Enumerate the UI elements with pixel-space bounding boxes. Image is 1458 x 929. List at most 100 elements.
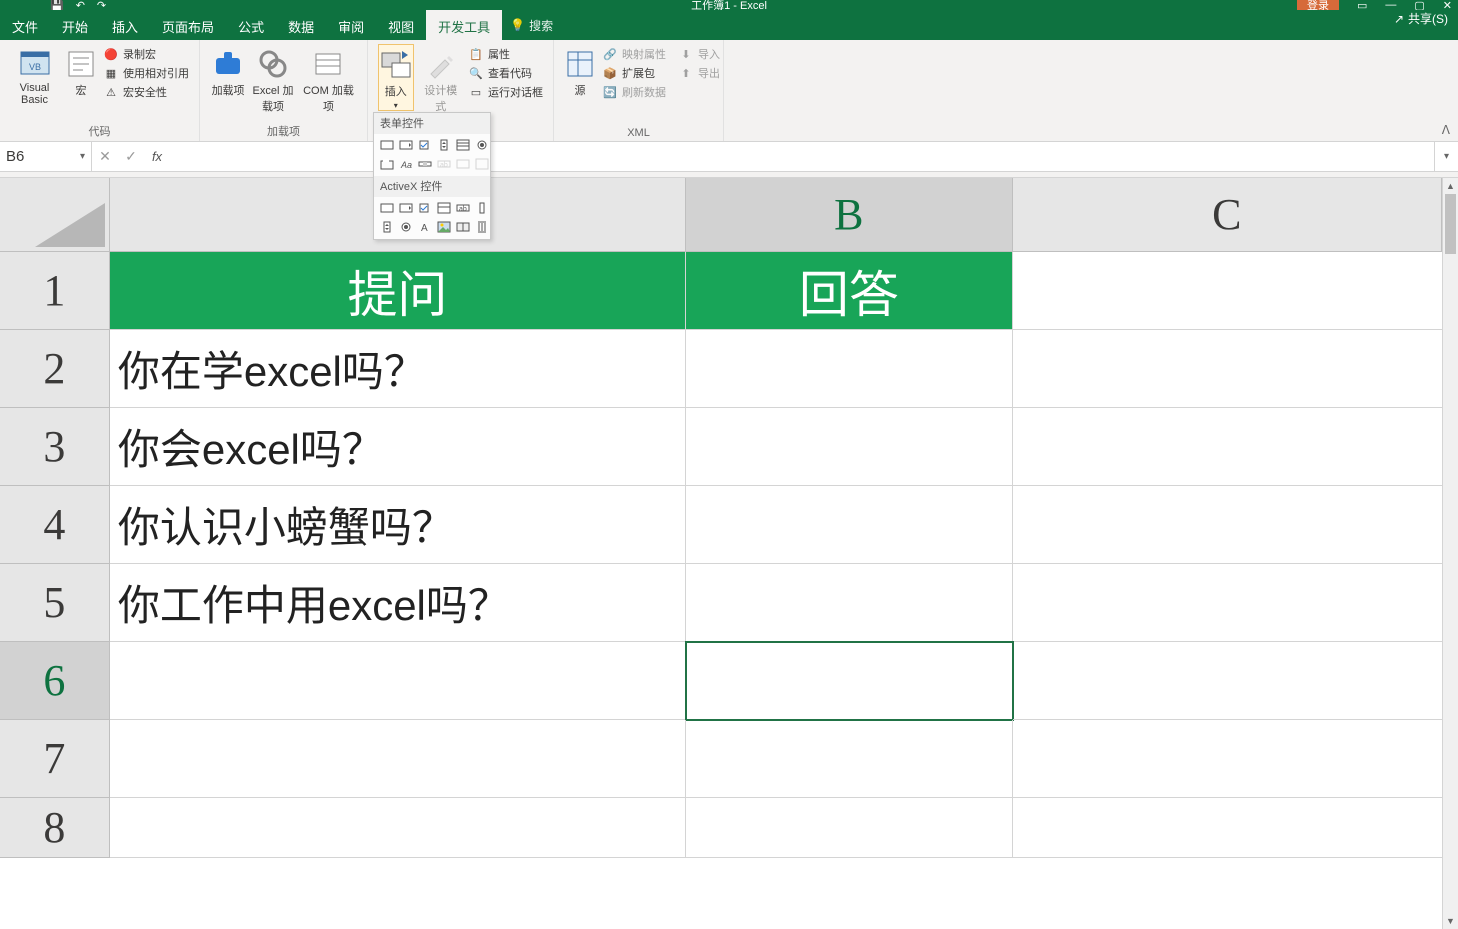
form-spinner-icon[interactable] [435,136,453,154]
ax-checkbox-icon[interactable] [416,199,434,217]
run-dialog-button[interactable]: ▭ 运行对话框 [468,84,543,100]
cell-B6[interactable] [686,642,1013,720]
ax-label-icon[interactable]: A [416,218,434,236]
scroll-thumb[interactable] [1445,194,1456,254]
insert-control-button[interactable]: 插入 ▾ [378,44,414,111]
cell-B4[interactable] [686,486,1013,564]
form-frame-icon[interactable] [473,155,491,173]
ax-option-icon[interactable] [397,218,415,236]
form-scrollbar-icon[interactable] [416,155,434,173]
row-header-3[interactable]: 3 [0,408,110,486]
macros-button[interactable]: 宏 [65,44,97,98]
name-box[interactable]: B6 ▾ [0,142,92,171]
cell-A8[interactable] [110,798,686,858]
expansion-pack-button[interactable]: 📦 扩展包 [602,65,666,81]
namebox-chevron-icon[interactable]: ▾ [80,151,85,162]
form-button-icon[interactable] [378,136,396,154]
row-header-8[interactable]: 8 [0,798,110,858]
cell-C2[interactable] [1013,330,1442,408]
ax-image-icon[interactable] [435,218,453,236]
ax-button-icon[interactable] [378,199,396,217]
cell-B7[interactable] [686,720,1013,798]
com-addins-button[interactable]: COM 加载项 [300,44,357,114]
cell-A5[interactable]: 你工作中用excel吗？ [110,564,686,642]
cell-A3[interactable]: 你会excel吗？ [110,408,686,486]
form-option-icon[interactable] [473,136,491,154]
form-groupbox-icon[interactable] [378,155,396,173]
cell-B1[interactable]: 回答 [686,252,1013,330]
cell-B8[interactable] [686,798,1013,858]
tab-file[interactable]: 文件 [0,10,50,40]
ax-spin-icon[interactable] [378,218,396,236]
cell-A4[interactable]: 你认识小螃蟹吗？ [110,486,686,564]
row-header-5[interactable]: 5 [0,564,110,642]
ax-combo-icon[interactable] [397,199,415,217]
ax-scrollbar-icon[interactable] [473,199,491,217]
cell-B3[interactable] [686,408,1013,486]
cell-C6[interactable] [1013,642,1442,720]
cancel-formula-icon[interactable]: ✕ [92,148,118,165]
tab-data[interactable]: 数据 [276,10,326,40]
scroll-down-icon[interactable]: ▼ [1443,913,1458,929]
form-combo-icon[interactable] [397,136,415,154]
row-header-4[interactable]: 4 [0,486,110,564]
cell-C1[interactable] [1013,252,1442,330]
formula-input[interactable] [170,149,1434,164]
addins-button[interactable]: 加载项 [210,44,246,98]
record-macro-button[interactable]: 🔴 录制宏 [103,46,189,62]
tell-me-search[interactable]: 💡 搜索 [502,10,553,40]
row-header-2[interactable]: 2 [0,330,110,408]
col-header-C[interactable]: C [1013,178,1442,252]
tab-insert[interactable]: 插入 [100,10,150,40]
col-header-B[interactable]: B [686,178,1013,252]
xml-source-button[interactable]: 源 [564,44,596,98]
ax-more-icon[interactable] [473,218,491,236]
form-label-icon[interactable]: Aa [397,155,415,173]
cell-C8[interactable] [1013,798,1442,858]
cell-B5[interactable] [686,564,1013,642]
cell-C3[interactable] [1013,408,1442,486]
xml-export-button[interactable]: ⬆ 导出 [678,65,720,81]
scroll-up-icon[interactable]: ▲ [1443,178,1458,194]
select-all-corner[interactable] [0,178,110,252]
row-header-7[interactable]: 7 [0,720,110,798]
fx-icon[interactable]: fx [144,149,170,164]
relative-ref-button[interactable]: ▦ 使用相对引用 [103,65,189,81]
tab-review[interactable]: 审阅 [326,10,376,40]
cell-A6[interactable] [110,642,686,720]
form-checkbox-icon[interactable] [416,136,434,154]
row-header-6[interactable]: 6 [0,642,110,720]
tab-view[interactable]: 视图 [376,10,426,40]
form-textfield-icon[interactable]: ab [435,155,453,173]
tab-pagelayout[interactable]: 页面布局 [150,10,226,40]
map-properties-button[interactable]: 🔗 映射属性 [602,46,666,62]
cell-C4[interactable] [1013,486,1442,564]
design-mode-button[interactable]: 设计模式 [420,44,462,114]
expand-formula-bar-icon[interactable]: ▾ [1434,142,1458,171]
visual-basic-button[interactable]: VB Visual Basic [10,44,59,106]
ax-toggle-icon[interactable] [454,218,472,236]
form-listbox-icon[interactable] [454,136,472,154]
share-button[interactable]: ↗ 共享(S) [1394,10,1448,27]
form-combo2-icon[interactable] [454,155,472,173]
tab-developer[interactable]: 开发工具 [426,10,502,40]
cell-C5[interactable] [1013,564,1442,642]
cell-A7[interactable] [110,720,686,798]
enter-formula-icon[interactable]: ✓ [118,148,144,165]
cell-A1[interactable]: 提问 [110,252,686,330]
ax-textbox-icon[interactable]: ab [454,199,472,217]
cell-C7[interactable] [1013,720,1442,798]
ax-listbox-icon[interactable] [435,199,453,217]
excel-addins-button[interactable]: Excel 加载项 [252,44,294,114]
tab-formulas[interactable]: 公式 [226,10,276,40]
collapse-ribbon-icon[interactable]: ᐱ [1442,123,1450,137]
properties-button[interactable]: 📋 属性 [468,46,543,62]
xml-import-button[interactable]: ⬇ 导入 [678,46,720,62]
vertical-scrollbar[interactable]: ▲ ▼ [1442,178,1458,929]
refresh-data-button[interactable]: 🔄 刷新数据 [602,84,666,100]
row-header-1[interactable]: 1 [0,252,110,330]
view-code-button[interactable]: 🔍 查看代码 [468,65,543,81]
tab-home[interactable]: 开始 [50,10,100,40]
cell-B2[interactable] [686,330,1013,408]
macro-security-button[interactable]: ⚠ 宏安全性 [103,84,189,100]
